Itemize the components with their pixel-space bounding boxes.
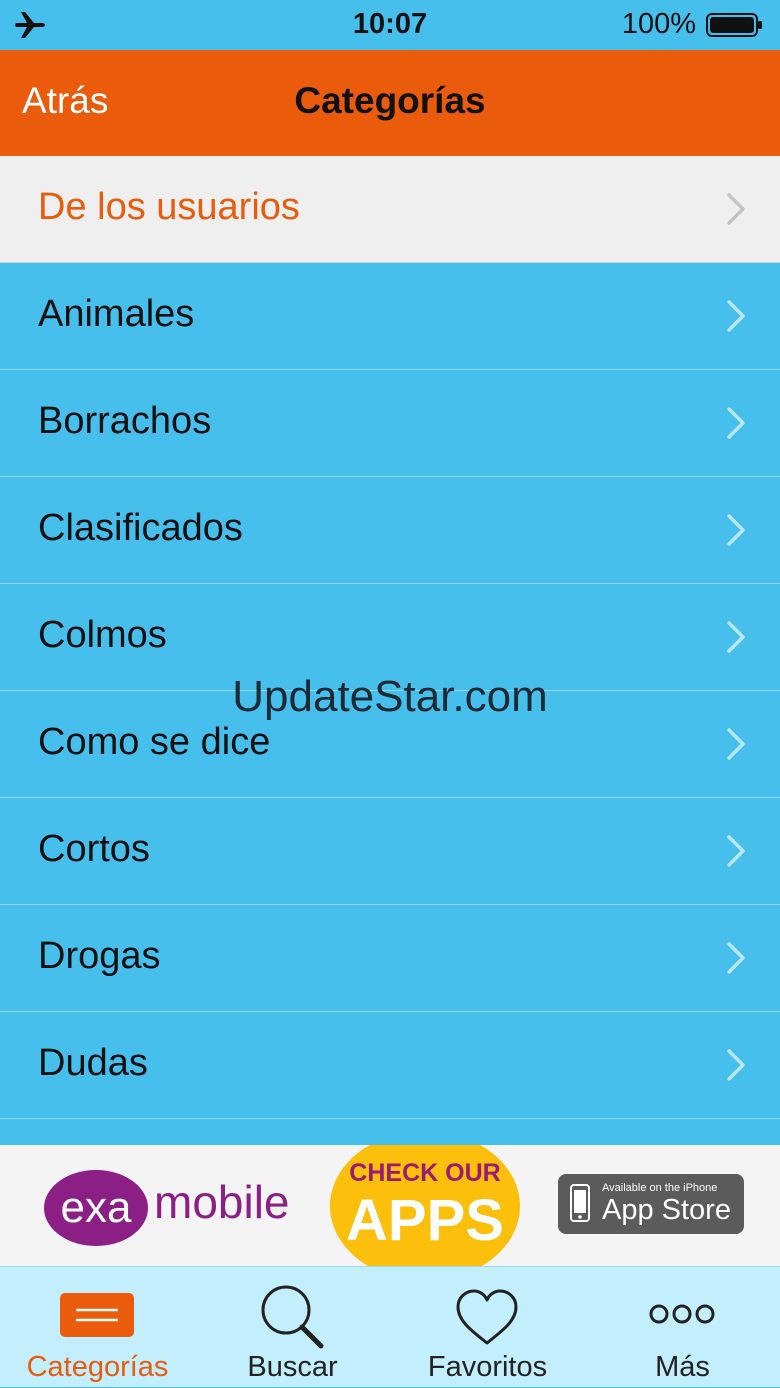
chevron-right-icon	[727, 1049, 745, 1081]
list-item-dudas[interactable]: Dudas	[0, 1012, 780, 1119]
list-item-clasificados[interactable]: Clasificados	[0, 477, 780, 584]
tab-favoritos[interactable]: Favoritos	[390, 1267, 585, 1388]
chevron-right-icon	[727, 514, 745, 546]
battery-icon	[706, 13, 762, 37]
iphone-icon	[570, 1184, 590, 1222]
tab-mas[interactable]: Más	[585, 1267, 780, 1388]
chevron-right-icon	[727, 407, 745, 439]
list-item-label: Borrachos	[38, 400, 212, 442]
heart-icon	[456, 1289, 518, 1345]
list-item-animales[interactable]: Animales	[0, 263, 780, 370]
store-small-text: Available on the iPhone	[602, 1182, 718, 1194]
navigation-bar: Atrás Categorías	[0, 50, 780, 156]
list-item-label: Como se dice	[38, 721, 271, 763]
list-item-label: Animales	[38, 293, 195, 335]
list-item-colmos[interactable]: Colmos	[0, 584, 780, 691]
list-item-drogas[interactable]: Drogas	[0, 905, 780, 1012]
exa-logo: exa	[44, 1170, 148, 1246]
more-icon	[649, 1304, 715, 1324]
check-apps-badge[interactable]: CHECK OUR APPS	[330, 1145, 520, 1266]
list-icon	[60, 1293, 134, 1337]
chevron-right-icon	[727, 621, 745, 653]
chevron-right-icon	[727, 835, 745, 867]
tab-label: Más	[655, 1351, 710, 1383]
cta-line2: APPS	[346, 1188, 504, 1253]
list-item-cortos[interactable]: Cortos	[0, 798, 780, 905]
mobile-logo-text: mobile	[154, 1176, 290, 1228]
chevron-right-icon	[727, 728, 745, 760]
back-button[interactable]: Atrás	[22, 80, 108, 122]
tab-bar: Categorías Buscar Favoritos Más	[0, 1266, 780, 1387]
tab-categorias[interactable]: Categorías	[0, 1267, 195, 1388]
list-item-label: Clasificados	[38, 507, 243, 549]
category-list: De los usuarios Animales Borrachos Clasi…	[0, 156, 780, 1119]
list-item-label: Cortos	[38, 828, 150, 870]
page-title: Categorías	[294, 80, 486, 121]
app-store-badge[interactable]: Available on the iPhone App Store	[558, 1174, 744, 1234]
tab-buscar[interactable]: Buscar	[195, 1267, 390, 1388]
list-item-label: De los usuarios	[38, 186, 300, 228]
cta-line1: CHECK OUR	[349, 1159, 501, 1187]
store-big-text: App Store	[602, 1194, 731, 1226]
battery-percentage: 100%	[621, 8, 696, 40]
list-item-label: Colmos	[38, 614, 167, 656]
tab-label: Buscar	[247, 1351, 338, 1383]
chevron-right-icon	[727, 193, 745, 225]
list-item-label: Dudas	[38, 1042, 148, 1084]
search-icon	[261, 1285, 324, 1349]
list-item-borrachos[interactable]: Borrachos	[0, 370, 780, 477]
status-bar: 10:07 100%	[0, 0, 780, 50]
list-item-label: Drogas	[38, 935, 161, 977]
list-item-de-los-usuarios[interactable]: De los usuarios	[0, 156, 780, 263]
list-item-como-se-dice[interactable]: Como se dice	[0, 691, 780, 798]
tab-label: Favoritos	[427, 1351, 548, 1383]
ad-banner[interactable]: exa mobile CHECK OUR APPS Available on t…	[0, 1145, 780, 1266]
tab-label: Categorías	[26, 1351, 169, 1383]
chevron-right-icon	[727, 300, 745, 332]
chevron-right-icon	[727, 942, 745, 974]
